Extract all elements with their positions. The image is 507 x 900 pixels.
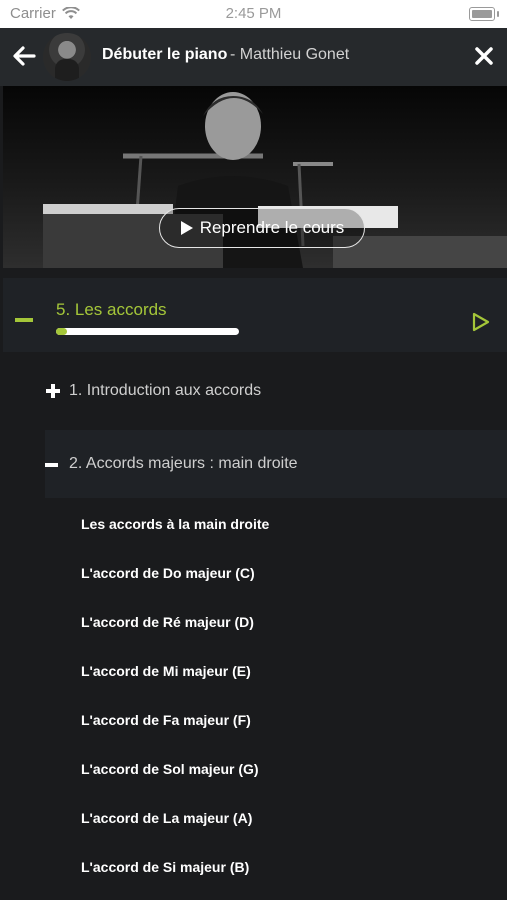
resume-course-label: Reprendre le cours: [199, 218, 345, 237]
close-icon[interactable]: [474, 46, 494, 66]
status-bar: Carrier 2:45 PM: [0, 0, 507, 28]
lesson-row-intro[interactable]: 1. Introduction aux accords: [3, 362, 507, 422]
sub-lesson-item[interactable]: L'accord de Sol majeur (G): [81, 761, 259, 777]
collapse-icon[interactable]: [45, 463, 58, 467]
chapter-progress-fill: [56, 328, 67, 335]
expand-icon[interactable]: [46, 384, 60, 398]
chapter-progress-bar: [56, 328, 239, 335]
chapter-row[interactable]: 5. Les accords: [3, 278, 507, 352]
course-header: Débuter le piano - Matthieu Gonet: [0, 28, 507, 86]
sub-lesson-item[interactable]: L'accord de Ré majeur (D): [81, 614, 254, 630]
play-icon[interactable]: [471, 311, 491, 333]
resume-course-button[interactable]: Reprendre le cours: [159, 208, 365, 248]
sub-lesson-item[interactable]: L'accord de La majeur (A): [81, 810, 252, 826]
sub-lesson-item[interactable]: Les accords à la main droite: [81, 516, 269, 532]
sub-lesson-item[interactable]: L'accord de Si majeur (B): [81, 859, 249, 875]
course-instructor: - Matthieu Gonet: [230, 46, 350, 63]
video-preview[interactable]: Reprendre le cours: [3, 86, 507, 268]
lesson-label: 1. Introduction aux accords: [69, 382, 262, 399]
sub-lesson-item[interactable]: L'accord de Do majeur (C): [81, 565, 255, 581]
clock: 2:45 PM: [225, 5, 282, 22]
sub-lesson-item[interactable]: L'accord de Mi majeur (E): [81, 663, 251, 679]
instructor-avatar: [43, 33, 91, 81]
course-title: Débuter le piano: [102, 46, 228, 63]
chapter-title: 5. Les accords: [56, 300, 167, 319]
sub-lesson-item[interactable]: L'accord de Fa majeur (F): [81, 712, 251, 728]
back-arrow-icon[interactable]: [10, 41, 38, 71]
battery-icon: [469, 7, 499, 21]
lesson-label: 2. Accords majeurs : main droite: [69, 455, 298, 472]
lesson-row-major-chords[interactable]: 2. Accords majeurs : main droite: [45, 430, 507, 498]
collapse-icon[interactable]: [15, 318, 33, 322]
play-icon: [180, 221, 193, 235]
